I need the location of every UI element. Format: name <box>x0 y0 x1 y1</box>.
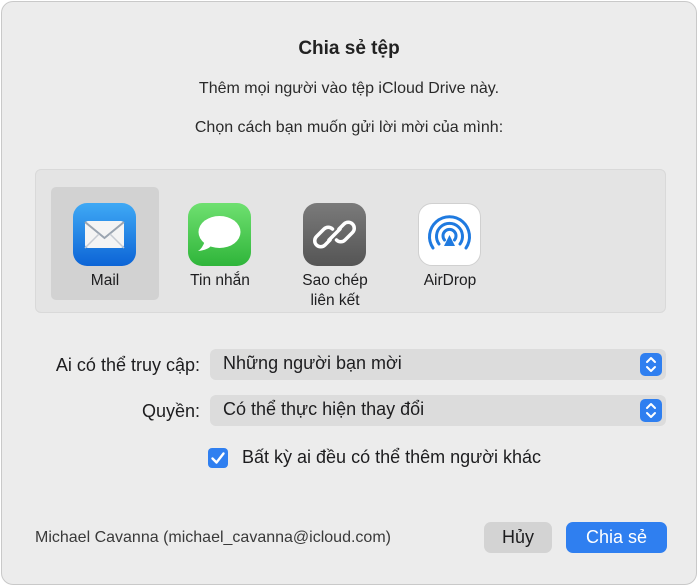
allow-others-label[interactable]: Bất kỳ ai đều có thể thêm người khác <box>242 447 541 468</box>
share-method-picker: Mail Tin nhắn Sao chép liên kết AirDrop <box>35 169 666 313</box>
permission-popup[interactable]: Có thể thực hiện thay đổi <box>210 395 666 426</box>
allow-others-checkbox[interactable] <box>208 448 228 468</box>
share-method-label: AirDrop <box>423 272 477 289</box>
share-method-label: Sao chép liên kết <box>302 272 368 309</box>
chevron-up-down-icon <box>640 353 662 376</box>
mail-icon <box>73 203 136 266</box>
dialog-title: Chia sẻ tệp <box>298 38 400 59</box>
share-file-dialog: Chia sẻ tệp Thêm mọi người vào tệp iClou… <box>1 1 697 585</box>
chevron-up-down-icon <box>640 399 662 422</box>
airdrop-icon <box>418 203 481 266</box>
dialog-subtitle: Thêm mọi người vào tệp iCloud Drive này. <box>198 80 500 97</box>
share-method-messages[interactable]: Tin nhắn <box>166 187 274 300</box>
access-popup-value: Những người bạn mời <box>223 353 402 373</box>
share-method-airdrop[interactable]: AirDrop <box>396 187 504 300</box>
dialog-instruction: Chọn cách bạn muốn gửi lời mời của mình: <box>194 119 504 136</box>
share-method-label: Mail <box>90 272 120 289</box>
account-info: Michael Cavanna (michael_cavanna@icloud.… <box>35 529 391 546</box>
checkmark-icon <box>211 452 225 464</box>
messages-icon <box>188 203 251 266</box>
share-method-copy-link[interactable]: Sao chép liên kết <box>281 187 389 309</box>
cancel-button[interactable]: Hủy <box>484 522 552 553</box>
share-button[interactable]: Chia sẻ <box>566 522 667 553</box>
permission-label: Quyền: <box>141 401 200 421</box>
link-icon <box>303 203 366 266</box>
access-label: Ai có thể truy cập: <box>55 355 200 375</box>
permission-popup-value: Có thể thực hiện thay đổi <box>223 399 425 419</box>
access-popup[interactable]: Những người bạn mời <box>210 349 666 380</box>
share-method-label: Tin nhắn <box>190 272 250 289</box>
share-method-mail[interactable]: Mail <box>51 187 159 300</box>
